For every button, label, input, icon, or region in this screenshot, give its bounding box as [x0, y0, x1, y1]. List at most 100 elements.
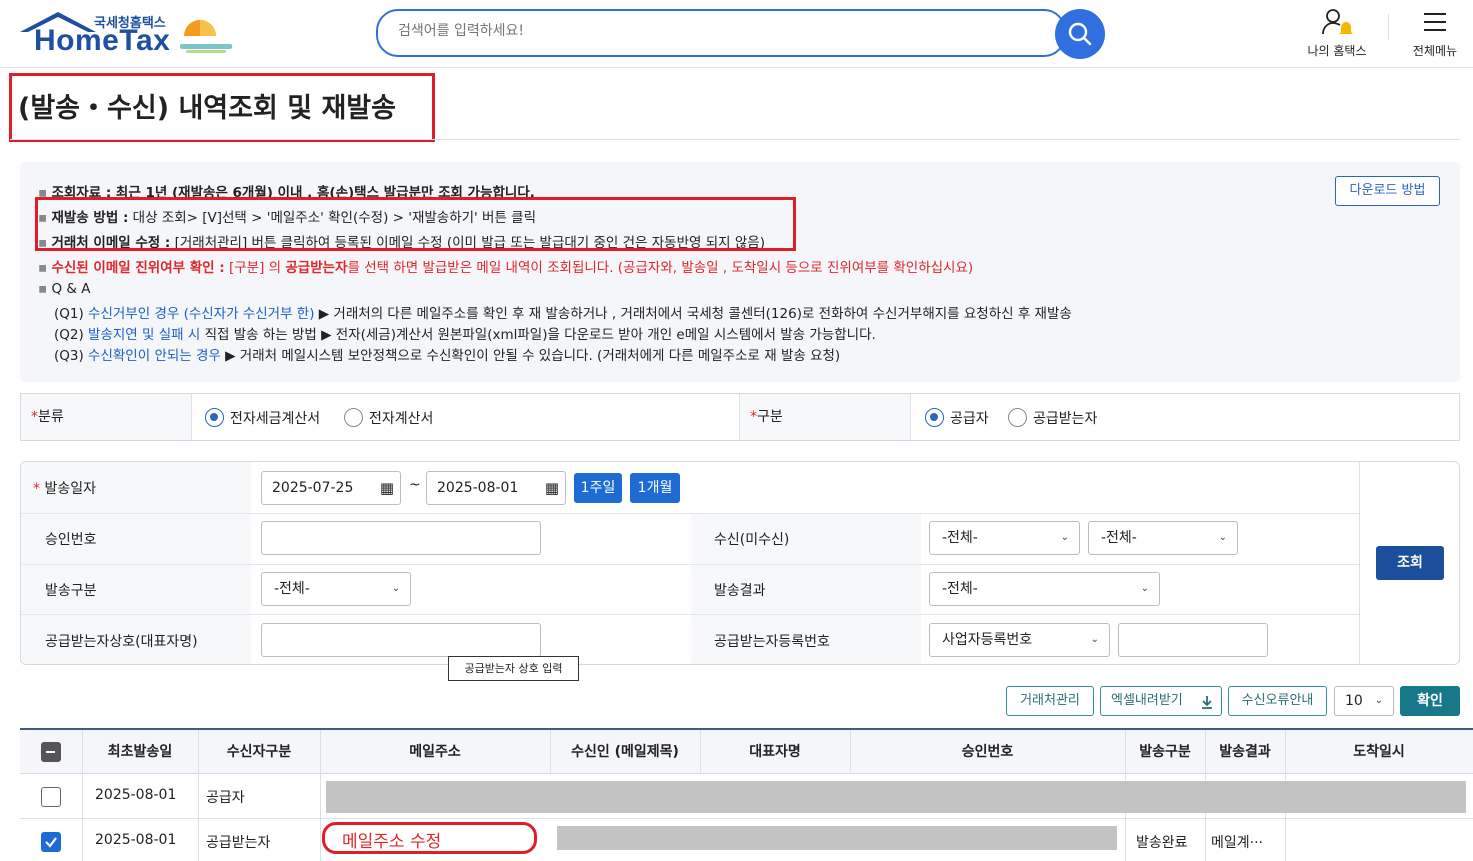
row-divider — [20, 818, 1473, 819]
q1-link[interactable]: 수신거부인 경우 (수신자가 수신거부 한) — [88, 306, 314, 322]
notice-q3: (Q3) 수신확인이 안되는 경우 ▶ 거래처 메일시스템 보안정책으로 수신확… — [54, 348, 841, 364]
partner-manage-button[interactable]: 거래처관리 — [1006, 686, 1094, 716]
radio-supplier-label: 공급자 — [950, 411, 989, 427]
one-month-button[interactable]: 1개월 — [630, 473, 680, 503]
search-box — [376, 9, 1066, 57]
receive-select-1[interactable]: -전체- ⌄ — [929, 521, 1080, 555]
search-button[interactable] — [1055, 9, 1105, 59]
radio-invoice-label: 전자계산서 — [369, 411, 434, 427]
radio-buyer-label: 공급받는자 — [1033, 411, 1098, 427]
receive-error-guide-button[interactable]: 수신오류안내 — [1228, 686, 1327, 716]
notice-q1: (Q1) 수신거부인 경우 (수신자가 수신거부 한) ▶ 거래처의 다른 메일… — [54, 306, 1072, 322]
send-type-cell: 발송완료 — [1136, 835, 1188, 851]
search-submit-button[interactable]: 조회 — [1376, 546, 1444, 580]
confirm-button[interactable]: 확인 — [1400, 686, 1460, 716]
search-icon — [1068, 22, 1092, 46]
notice-line-verify: ▪ 수신된 이메일 진위여부 확인 : [구분] 의 공급받는자를 선택 하면 … — [38, 260, 974, 276]
select-all-checkbox[interactable] — [41, 742, 61, 762]
col-send-result: 발송결과 — [1219, 744, 1271, 760]
send-date-label: * 발송일자 — [33, 481, 96, 497]
first-send-date-cell: 2025-08-01 — [95, 787, 177, 803]
my-hometax-link[interactable]: 나의 홈택스 — [1295, 6, 1379, 62]
send-type-label: 발송구분 — [45, 583, 97, 599]
radio-invoice[interactable] — [344, 408, 363, 427]
col-divider — [82, 730, 83, 861]
hamburger-icon — [1424, 13, 1446, 31]
my-hometax-label: 나의 홈택스 — [1307, 44, 1367, 58]
download-icon — [1202, 696, 1212, 709]
approval-number-input[interactable] — [261, 521, 541, 555]
row-checkbox[interactable] — [41, 832, 61, 852]
row-checkbox[interactable] — [41, 787, 61, 807]
col-ceo-name: 대표자명 — [749, 744, 801, 760]
radio-supplier[interactable] — [925, 408, 944, 427]
radio-tax-invoice-label: 전자세금계산서 — [230, 411, 321, 427]
col-divider — [700, 730, 701, 774]
col-recipient-type: 수신자구분 — [226, 744, 292, 760]
first-send-date-cell: 2025-08-01 — [95, 832, 177, 848]
notice-qa-title: ▪ Q & A — [38, 281, 91, 297]
send-result-select[interactable]: -전체- ⌄ — [929, 572, 1160, 606]
header: 국세청홈택스 HomeTax 나의 홈택스 전체메뉴 — [0, 0, 1473, 68]
redacted-data — [557, 826, 1117, 850]
redacted-data — [326, 781, 1466, 813]
check-icon — [45, 837, 57, 848]
date-from-input[interactable]: 2025-07-25 ▦ — [261, 471, 401, 505]
buyer-name-tooltip: 공급받는자 상호 입력 — [448, 656, 579, 681]
q2-link[interactable]: 발송지연 및 실패 시 — [88, 327, 200, 343]
chevron-down-icon: ⌄ — [1090, 634, 1099, 645]
form-row-divider — [21, 513, 1359, 514]
minus-icon — [46, 751, 55, 753]
form-divider — [1359, 462, 1360, 664]
logo-text: HomeTax — [34, 24, 171, 57]
buyer-reg-number-input[interactable] — [1118, 623, 1268, 657]
one-week-button[interactable]: 1주일 — [574, 473, 622, 503]
notice-q2: (Q2) 발송지연 및 실패 시 직접 발송 하는 방법 ▶ 전자(세금)계산서… — [54, 327, 876, 343]
col-send-type: 발송구분 — [1139, 744, 1191, 760]
buyer-reg-type-select[interactable]: 사업자등록번호 ⌄ — [929, 623, 1110, 657]
page-size-select[interactable]: 10 ⌄ — [1334, 686, 1394, 716]
title-highlight-box — [9, 73, 435, 142]
cell-divider — [910, 394, 911, 440]
download-guide-button[interactable]: 다운로드 방법 — [1335, 176, 1440, 206]
chevron-down-icon: ⌄ — [1218, 532, 1227, 543]
search-input[interactable] — [398, 23, 998, 39]
email-edit-field[interactable]: 메일주소 수정 — [322, 822, 537, 854]
radio-tax-invoice[interactable] — [205, 408, 224, 427]
form-row-divider — [21, 564, 1359, 565]
header-divider — [1388, 14, 1389, 40]
excel-download-button[interactable]: 엑셀내려받기 — [1100, 686, 1222, 716]
col-email: 메일주소 — [409, 744, 461, 760]
col-first-send-date: 최초발송일 — [107, 744, 173, 760]
send-type-select[interactable]: -전체- ⌄ — [261, 572, 411, 606]
recipient-type-cell: 공급받는자 — [206, 835, 271, 851]
date-tilde: ~ — [409, 477, 421, 493]
table-header: 최초발송일 수신자구분 메일주소 수신인 (메일제목) 대표자명 승인번호 발송… — [20, 728, 1473, 774]
buyer-reg-label: 공급받는자등록번호 — [714, 634, 830, 650]
all-menu-button[interactable]: 전체메뉴 — [1402, 6, 1468, 62]
email-edit-hint: 메일주소 수정 — [342, 832, 442, 852]
chevron-down-icon: ⌄ — [391, 583, 400, 594]
col-recipient: 수신인 (메일제목) — [571, 744, 679, 760]
q3-link[interactable]: 수신확인이 안되는 경우 — [88, 348, 221, 364]
receive-label: 수신(미수신) — [714, 532, 790, 548]
calendar-icon[interactable]: ▦ — [380, 472, 394, 504]
recipient-type-cell: 공급자 — [206, 790, 245, 806]
receive-select-2[interactable]: -전체- ⌄ — [1088, 521, 1238, 555]
logo-umbrella-icon — [180, 20, 232, 53]
date-to-input[interactable]: 2025-08-01 ▦ — [426, 471, 566, 505]
user-bell-icon — [1322, 9, 1353, 35]
classification-label: *분류 — [21, 394, 191, 440]
chevron-down-icon: ⌄ — [1140, 583, 1149, 594]
col-divider — [320, 730, 321, 861]
buyer-name-label: 공급받는자상호(대표자명) — [45, 634, 198, 650]
chevron-down-icon: ⌄ — [1374, 695, 1383, 706]
calendar-icon[interactable]: ▦ — [545, 472, 559, 504]
col-divider — [850, 730, 851, 774]
radio-buyer[interactable] — [1008, 408, 1027, 427]
col-divider — [198, 730, 199, 861]
classification-row: *분류 전자세금계산서 전자계산서 *구분 공급자 공급받는자 — [20, 393, 1460, 441]
send-result-cell: 메일계··· — [1211, 835, 1263, 851]
buyer-name-input[interactable] — [261, 623, 541, 657]
title-divider — [10, 139, 1460, 140]
